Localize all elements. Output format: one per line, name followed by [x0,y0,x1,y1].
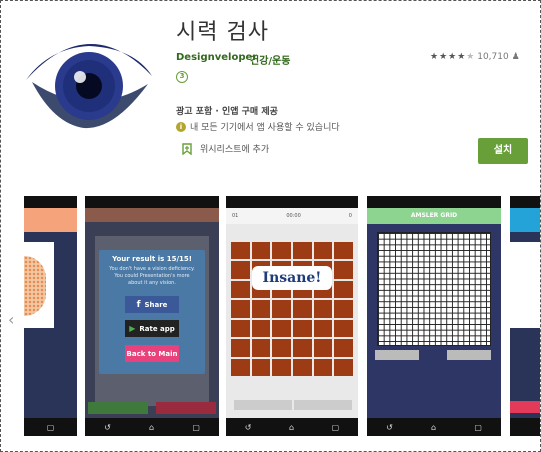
android-nav-bar [510,418,540,436]
screenshot-1[interactable]: ▢ [24,196,77,436]
share-label: Share [144,300,168,309]
status-bar [85,196,219,208]
bottom-button-left [234,400,292,410]
ads-notice: 광고 포함 · 인앱 구매 제공 [176,107,278,117]
rating-count: 10,710 [477,52,509,62]
result-description: You don't have a vision deficiency. You … [109,266,195,286]
play-store-icon: ▶ [129,324,136,333]
status-bar [226,196,358,208]
screenshot-header [85,208,219,222]
screenshot-header [510,208,540,232]
amsler-header: AMSLER GRID [367,208,501,224]
screenshot-4[interactable]: AMSLER GRID ↺ ⌂ ▢ [367,196,501,436]
bottom-button-right [447,350,491,360]
android-nav-bar: ↺ ⌂ ▢ [85,418,219,436]
chevron-left-icon[interactable]: ‹ [8,310,14,329]
back-to-main-button: Back to Main [125,345,179,362]
rating-stars: ★★★★ [430,52,467,62]
facebook-icon: f [136,299,141,310]
bottom-button-left [88,402,148,414]
person-icon: ♟ [511,52,520,62]
category-link[interactable]: 건강/운동 [250,52,290,67]
age-rating-badge: 3 [176,71,188,83]
insane-banner: Insane! [252,266,332,290]
android-nav-bar: ↺ ⌂ ▢ [226,418,358,436]
eye-icon [26,43,152,129]
screenshot-2[interactable]: Your result is 15/15! You don't have a v… [85,196,219,436]
bookmark-plus-icon [182,142,192,155]
bottom-button-right [294,400,352,410]
share-button: f Share [125,296,179,313]
status-bar [24,196,77,208]
wishlist-label: 위시리스트에 추가 [200,145,270,155]
install-button[interactable]: 설치 [478,138,528,164]
compatibility-text: 내 모든 기기에서 앱 사용할 수 있습니다 [190,123,340,133]
android-nav-bar: ▢ [24,418,77,436]
screenshot-3[interactable]: 01 00:00 0 Insane! ↺ ⌂ ▢ [226,196,358,436]
screenshot-header [24,208,77,232]
status-bar [510,196,540,208]
rating: ★★★★★ 10,710 ♟ [430,52,520,62]
amsler-grid [377,232,491,346]
tile-grid [231,242,353,376]
app-icon [24,20,154,150]
rate-app-button: ▶ Rate app [125,320,179,337]
bottom-button-left [375,350,419,360]
compatibility-notice: i 내 모든 기기에서 앱 사용할 수 있습니다 [176,120,340,133]
rating-star-empty: ★ [466,52,475,62]
result-title: Your result is 15/15! [112,255,192,263]
status-bar [367,196,501,208]
screenshot-button [510,401,540,413]
result-dialog: Your result is 15/15! You don't have a v… [99,250,205,374]
developer-link[interactable]: Designveloper [176,52,257,63]
game-top-bar: 01 00:00 0 [226,208,358,224]
app-title: 시력 검사 [176,20,269,45]
bottom-button-right [156,402,216,414]
rate-label: Rate app [139,324,175,333]
screenshot-5[interactable] [510,196,540,436]
info-icon: i [176,121,186,132]
android-nav-bar: ↺ ⌂ ▢ [367,418,501,436]
wishlist-button[interactable]: 위시리스트에 추가 [182,142,269,155]
screenshot-panel [510,242,540,328]
